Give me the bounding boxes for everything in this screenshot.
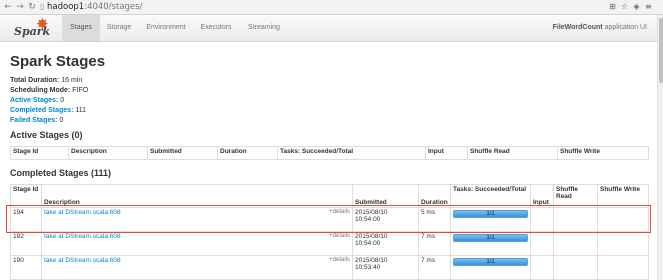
col-description[interactable]: Description <box>41 184 353 208</box>
stage-tasks: 1/1 <box>450 231 531 256</box>
address-bar[interactable]: hadoop1:4040/stages/ <box>47 1 657 13</box>
bookmark-star-icon[interactable]: ☆ <box>619 1 630 13</box>
col-tasks[interactable]: Tasks: Succeeded/Total <box>277 146 426 160</box>
scrollbar[interactable] <box>657 15 663 280</box>
stage-description: take at DStream.scala:608 +details <box>41 231 353 256</box>
summary-failed-stages[interactable]: Failed Stages: 0 <box>10 116 63 126</box>
stage-shuffle-read <box>553 231 598 256</box>
spark-logo-text: Spark <box>14 25 51 38</box>
stage-id: 194 <box>10 207 42 232</box>
col-description[interactable]: Description <box>68 146 148 160</box>
col-submitted[interactable]: Submitted <box>147 146 218 160</box>
stage-duration: 7 ms <box>418 231 451 256</box>
stage-duration: 5 ms <box>418 207 451 232</box>
completed-stages-table: Stage Id Description Submitted Duration … <box>10 184 649 280</box>
browser-toolbar: ← → ↻ ▯ hadoop1:4040/stages/ ⊞ ☆ ◈ ≡ <box>0 0 663 15</box>
stage-shuffle-write <box>597 255 649 280</box>
page-icon: ▯ <box>40 3 44 11</box>
stage-input <box>530 231 554 256</box>
active-stages-link[interactable]: Active Stages: <box>10 97 58 104</box>
col-input[interactable]: Input <box>530 184 554 208</box>
stage-description-link[interactable]: take at DStream.scala:608 <box>44 209 121 216</box>
summary-active-stages[interactable]: Active Stages: 0 <box>10 96 64 106</box>
col-shuffle-write[interactable]: Shuffle Write <box>597 184 649 208</box>
tab-environment[interactable]: Environment <box>138 15 194 41</box>
back-arrow-icon[interactable]: ← <box>3 2 13 12</box>
stage-shuffle-write <box>597 231 649 256</box>
table-row: 190 take at DStream.scala:608 +details 20… <box>10 255 649 280</box>
table-row: 194 take at DStream.scala:608 +details 20… <box>10 207 649 232</box>
spark-logo[interactable]: ✸ Spark <box>14 17 54 40</box>
spark-navbar: ✸ Spark Stages Storage Environment Execu… <box>0 15 657 42</box>
tab-streaming[interactable]: Streaming <box>238 15 290 41</box>
stage-description-link[interactable]: take at DStream.scala:608 <box>44 233 121 240</box>
details-toggle[interactable]: +details <box>329 209 350 215</box>
col-submitted[interactable]: Submitted <box>352 184 419 208</box>
col-shuffle-read[interactable]: Shuffle Read <box>553 184 598 208</box>
menu-icon[interactable]: ≡ <box>643 1 654 13</box>
col-input[interactable]: Input <box>425 146 468 160</box>
active-stages-heading: Active Stages (0) <box>10 130 83 140</box>
stage-tasks: 1/1 <box>450 255 531 280</box>
col-shuffle-write[interactable]: Shuffle Write <box>557 146 649 160</box>
col-duration[interactable]: Duration <box>217 146 278 160</box>
tasks-progress-bar: 1/1 <box>453 258 528 266</box>
summary-completed-stages[interactable]: Completed Stages: 111 <box>10 106 86 116</box>
col-duration[interactable]: Duration <box>418 184 451 208</box>
translate-icon[interactable]: ⊞ <box>607 1 618 13</box>
table-row: 192 take at DStream.scala:608 +details 20… <box>10 231 649 256</box>
app-title: FileWordCount application UI <box>553 15 647 41</box>
stage-description: take at DStream.scala:608 +details <box>41 207 353 232</box>
stage-description-link[interactable]: take at DStream.scala:608 <box>44 257 121 264</box>
col-tasks[interactable]: Tasks: Succeeded/Total <box>450 184 531 208</box>
stage-shuffle-read <box>553 255 598 280</box>
stage-submitted: 2015/08/10 10:53:40 <box>352 255 419 280</box>
stage-input <box>530 255 554 280</box>
page-title: Spark Stages <box>10 53 106 70</box>
stage-id: 190 <box>10 255 42 280</box>
stage-shuffle-read <box>553 207 598 232</box>
stage-tasks: 1/1 <box>450 207 531 232</box>
stage-duration: 7 ms <box>418 255 451 280</box>
stage-shuffle-write <box>597 207 649 232</box>
tab-storage[interactable]: Storage <box>100 15 138 41</box>
url-host: hadoop1 <box>47 2 85 12</box>
tasks-progress-bar: 1/1 <box>453 234 528 242</box>
stage-description: take at DStream.scala:608 +details <box>41 255 353 280</box>
stage-submitted: 2015/08/10 10:54:00 <box>352 231 419 256</box>
app-suffix: application UI <box>602 24 647 31</box>
app-name: FileWordCount <box>552 24 603 31</box>
summary-total-duration: Total Duration: 16 min <box>10 77 83 84</box>
col-stage-id[interactable]: Stage Id <box>10 184 42 208</box>
completed-stages-link[interactable]: Completed Stages: <box>10 107 73 114</box>
tab-stages[interactable]: Stages <box>62 15 100 41</box>
stage-input <box>530 207 554 232</box>
col-stage-id[interactable]: Stage Id <box>10 146 69 160</box>
details-toggle[interactable]: +details <box>329 257 350 263</box>
completed-stages-heading: Completed Stages (111) <box>10 168 112 178</box>
forward-arrow-icon[interactable]: → <box>15 2 25 12</box>
summary-scheduling-mode: Scheduling Mode: FIFO <box>10 87 89 94</box>
scrollbar-thumb[interactable] <box>659 18 663 83</box>
active-stages-table: Stage Id Description Submitted Duration … <box>10 146 649 160</box>
extension-icon[interactable]: ◈ <box>631 1 642 13</box>
tasks-progress-bar: 1/1 <box>453 210 528 218</box>
url-path: :4040/stages/ <box>84 2 143 12</box>
reload-icon[interactable]: ↻ <box>27 2 37 12</box>
col-shuffle-read[interactable]: Shuffle Read <box>467 146 558 160</box>
details-toggle[interactable]: +details <box>329 233 350 239</box>
stage-submitted: 2015/08/10 10:54:00 <box>352 207 419 232</box>
stage-id: 192 <box>10 231 42 256</box>
tab-executors[interactable]: Executors <box>194 15 238 41</box>
failed-stages-link[interactable]: Failed Stages: <box>10 117 57 124</box>
